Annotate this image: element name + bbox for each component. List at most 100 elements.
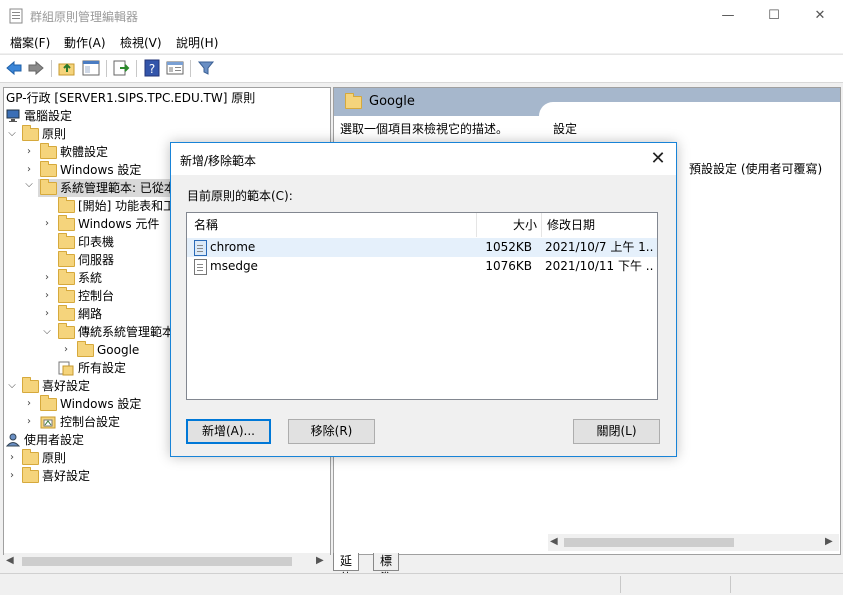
status-bar	[0, 573, 843, 595]
export-list-icon[interactable]	[112, 59, 130, 77]
chevron-right-icon[interactable]: ›	[41, 287, 53, 305]
table-row[interactable]: chrome 1052KB 2021/10/7 上午 1...	[187, 238, 657, 257]
svg-text:?: ?	[149, 62, 155, 76]
column-header-size[interactable]: 大小	[477, 213, 542, 237]
up-folder-icon[interactable]	[58, 59, 76, 77]
detail-horizontal-scrollbar[interactable]: ◀ ▶	[548, 534, 839, 551]
folder-icon	[58, 233, 75, 249]
status-divider	[620, 576, 621, 593]
folder-icon	[40, 179, 57, 195]
chevron-right-icon[interactable]: ›	[60, 341, 72, 359]
template-date: 2021/10/11 下午 ...	[545, 259, 653, 273]
toolbar: ?	[0, 54, 843, 83]
template-name: chrome	[210, 240, 256, 254]
column-header-modified[interactable]: 修改日期	[542, 213, 657, 237]
description-text: 選取一個項目來檢視它的描述。	[340, 122, 509, 136]
scroll-thumb[interactable]	[564, 538, 734, 547]
dialog-close-icon[interactable]: ✕	[646, 147, 670, 171]
remove-template-button[interactable]: 移除(R)	[288, 419, 375, 444]
menu-action[interactable]: 動作(A)	[64, 34, 106, 51]
chevron-down-icon[interactable]: ⌵	[6, 125, 18, 143]
chevron-right-icon[interactable]: ›	[6, 467, 18, 485]
chevron-right-icon[interactable]: ›	[23, 161, 35, 179]
chevron-right-icon[interactable]: ›	[41, 269, 53, 287]
folder-icon	[40, 143, 57, 159]
folder-icon	[22, 449, 39, 465]
back-arrow-icon[interactable]	[5, 59, 23, 77]
folder-icon	[40, 395, 57, 411]
toolbar-separator	[190, 60, 191, 77]
template-size: 1076KB	[485, 259, 532, 273]
tab-standard[interactable]: 標準	[373, 553, 400, 585]
template-file-icon	[194, 259, 207, 275]
filter-icon[interactable]	[197, 59, 215, 77]
folder-icon	[345, 93, 362, 109]
folder-icon	[22, 125, 39, 141]
app-icon	[9, 8, 23, 24]
tree-item-computer-config[interactable]: 電腦設定	[4, 107, 330, 125]
chevron-right-icon[interactable]: ›	[41, 215, 53, 233]
folder-icon	[58, 269, 75, 285]
templates-list[interactable]: 名稱 大小 修改日期 chrome 1052KB 2021/10/7 上午 1.…	[186, 212, 658, 400]
toolbar-separator	[51, 60, 52, 77]
properties-icon[interactable]	[166, 59, 184, 77]
tree-item-user-preferences[interactable]: › 喜好設定	[4, 467, 330, 485]
maximize-button[interactable]: ☐	[751, 0, 797, 31]
dialog-title-bar: 新增/移除範本 ✕	[171, 143, 676, 175]
folder-icon	[58, 215, 75, 231]
folder-icon	[58, 323, 75, 339]
minimize-button[interactable]: —	[705, 0, 751, 31]
table-row[interactable]: msedge 1076KB 2021/10/11 下午 ...	[187, 257, 657, 276]
folder-icon	[40, 161, 57, 177]
scroll-thumb[interactable]	[22, 557, 292, 566]
scroll-right-icon[interactable]: ▶	[825, 536, 833, 547]
scroll-left-icon[interactable]: ◀	[550, 536, 558, 547]
scroll-right-icon[interactable]: ▶	[316, 555, 324, 566]
chevron-down-icon[interactable]: ⌵	[23, 179, 35, 197]
folder-icon	[22, 377, 39, 393]
chevron-right-icon[interactable]: ›	[23, 395, 35, 413]
menu-file[interactable]: 檔案(F)	[10, 34, 50, 51]
add-remove-templates-dialog: 新增/移除範本 ✕ 目前原則的範本(C): 名稱 大小 修改日期 chrome …	[170, 142, 677, 457]
chevron-down-icon[interactable]: ⌵	[41, 323, 53, 341]
chevron-right-icon[interactable]: ›	[23, 143, 35, 161]
folder-icon	[58, 251, 75, 267]
forward-arrow-icon[interactable]	[27, 59, 45, 77]
menu-bar: 檔案(F) 動作(A) 檢視(V) 說明(H)	[0, 31, 843, 53]
template-name: msedge	[210, 259, 258, 273]
folder-icon	[77, 341, 94, 357]
window-title: 群組原則管理編輯器	[30, 10, 139, 24]
show-hide-tree-icon[interactable]	[82, 59, 100, 77]
dialog-title: 新增/移除範本	[180, 154, 257, 168]
menu-help[interactable]: 說明(H)	[176, 34, 218, 51]
chevron-down-icon[interactable]: ⌵	[6, 377, 18, 395]
status-divider	[730, 576, 731, 593]
close-button[interactable]: ✕	[797, 0, 843, 31]
toolbar-separator	[136, 60, 137, 77]
folder-icon	[58, 287, 75, 303]
folder-icon	[22, 467, 39, 483]
toolbar-separator	[106, 60, 107, 77]
column-header-setting[interactable]: 設定	[553, 120, 577, 137]
tree-horizontal-scrollbar[interactable]: ◀ ▶	[4, 553, 330, 570]
template-date: 2021/10/7 上午 1...	[545, 240, 653, 254]
detail-header-title: Google	[369, 94, 415, 109]
tab-extended[interactable]: 延伸	[333, 553, 360, 585]
add-template-button[interactable]: 新增(A)...	[186, 419, 271, 444]
template-size: 1052KB	[485, 240, 532, 254]
chevron-right-icon[interactable]: ›	[23, 413, 35, 431]
templates-label: 目前原則的範本(C):	[187, 189, 293, 203]
folder-icon	[58, 305, 75, 321]
folder-icon	[58, 197, 75, 213]
setting-row-text[interactable]: 預設設定 (使用者可覆寫)	[689, 160, 822, 177]
scroll-left-icon[interactable]: ◀	[6, 555, 14, 566]
close-dialog-button[interactable]: 關閉(L)	[573, 419, 660, 444]
tree-item-policies[interactable]: ⌵ 原則	[4, 125, 330, 143]
help-icon[interactable]: ?	[143, 59, 161, 77]
column-header-name[interactable]: 名稱	[187, 213, 477, 237]
chevron-right-icon[interactable]: ›	[41, 305, 53, 323]
template-file-icon	[194, 240, 207, 256]
title-bar: 群組原則管理編輯器 — ☐ ✕	[0, 0, 843, 31]
menu-view[interactable]: 檢視(V)	[120, 34, 162, 51]
chevron-right-icon[interactable]: ›	[6, 449, 18, 467]
